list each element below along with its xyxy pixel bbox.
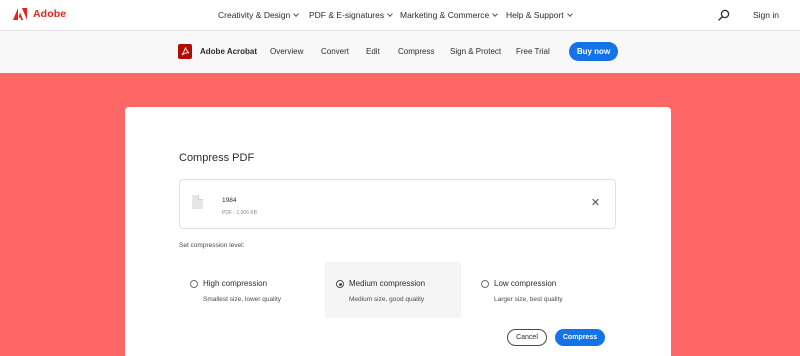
file-item	[179, 179, 616, 229]
radio-low-compression[interactable]	[481, 280, 489, 288]
option-high-desc: Smallest size, lower quality	[203, 296, 282, 303]
chevron-down-icon	[566, 10, 573, 17]
subnav-compress[interactable]: Compress	[398, 47, 434, 56]
file-name: 1984	[222, 197, 237, 204]
search-icon[interactable]	[718, 9, 730, 21]
subnav-free-trial[interactable]: Free Trial	[516, 47, 550, 56]
option-high-title[interactable]: High compression	[203, 279, 267, 288]
selected-option-highlight	[325, 262, 461, 318]
acrobat-logo-icon[interactable]	[178, 44, 192, 59]
compress-card	[125, 107, 671, 356]
option-low-title[interactable]: Low compression	[494, 279, 556, 288]
compress-button[interactable]: Compress	[555, 329, 605, 346]
option-low-desc: Larger size, best quality	[494, 296, 563, 303]
subnav-convert[interactable]: Convert	[321, 47, 349, 56]
nav-creativity-design[interactable]: Creativity & Design	[218, 10, 300, 20]
subnav-overview[interactable]: Overview	[270, 47, 303, 56]
chevron-down-icon	[492, 10, 499, 17]
radio-high-compression[interactable]	[190, 280, 198, 288]
option-medium-desc: Medium size, good quality	[349, 296, 425, 303]
chevron-down-icon	[387, 10, 393, 17]
close-icon[interactable]: ✕	[590, 198, 601, 209]
acrobat-symbol-icon	[181, 47, 189, 56]
nav-pdf-esignatures[interactable]: PDF & E-signatures	[309, 10, 393, 20]
product-title[interactable]: Adobe Acrobat	[200, 47, 257, 56]
sign-in-link[interactable]: Sign in	[753, 10, 779, 20]
page-title: Compress PDF	[179, 152, 255, 164]
buy-now-button[interactable]: Buy now	[569, 42, 618, 61]
nav-help-support[interactable]: Help & Support	[506, 10, 573, 20]
subnav-edit[interactable]: Edit	[366, 47, 380, 56]
compression-level-label: Set compression level:	[179, 242, 245, 249]
radio-medium-compression[interactable]	[336, 280, 344, 288]
cancel-button[interactable]: Cancel	[507, 329, 547, 346]
file-meta: PDF - 1,006 KB	[222, 210, 258, 216]
nav-marketing-commerce[interactable]: Marketing & Commerce	[400, 10, 499, 20]
option-medium-title[interactable]: Medium compression	[349, 279, 425, 288]
chevron-down-icon	[293, 10, 300, 17]
file-icon	[192, 195, 203, 209]
subnav-sign-protect[interactable]: Sign & Protect	[450, 47, 501, 56]
global-nav: Adobe Creativity & Design PDF & E-signat…	[0, 0, 800, 31]
